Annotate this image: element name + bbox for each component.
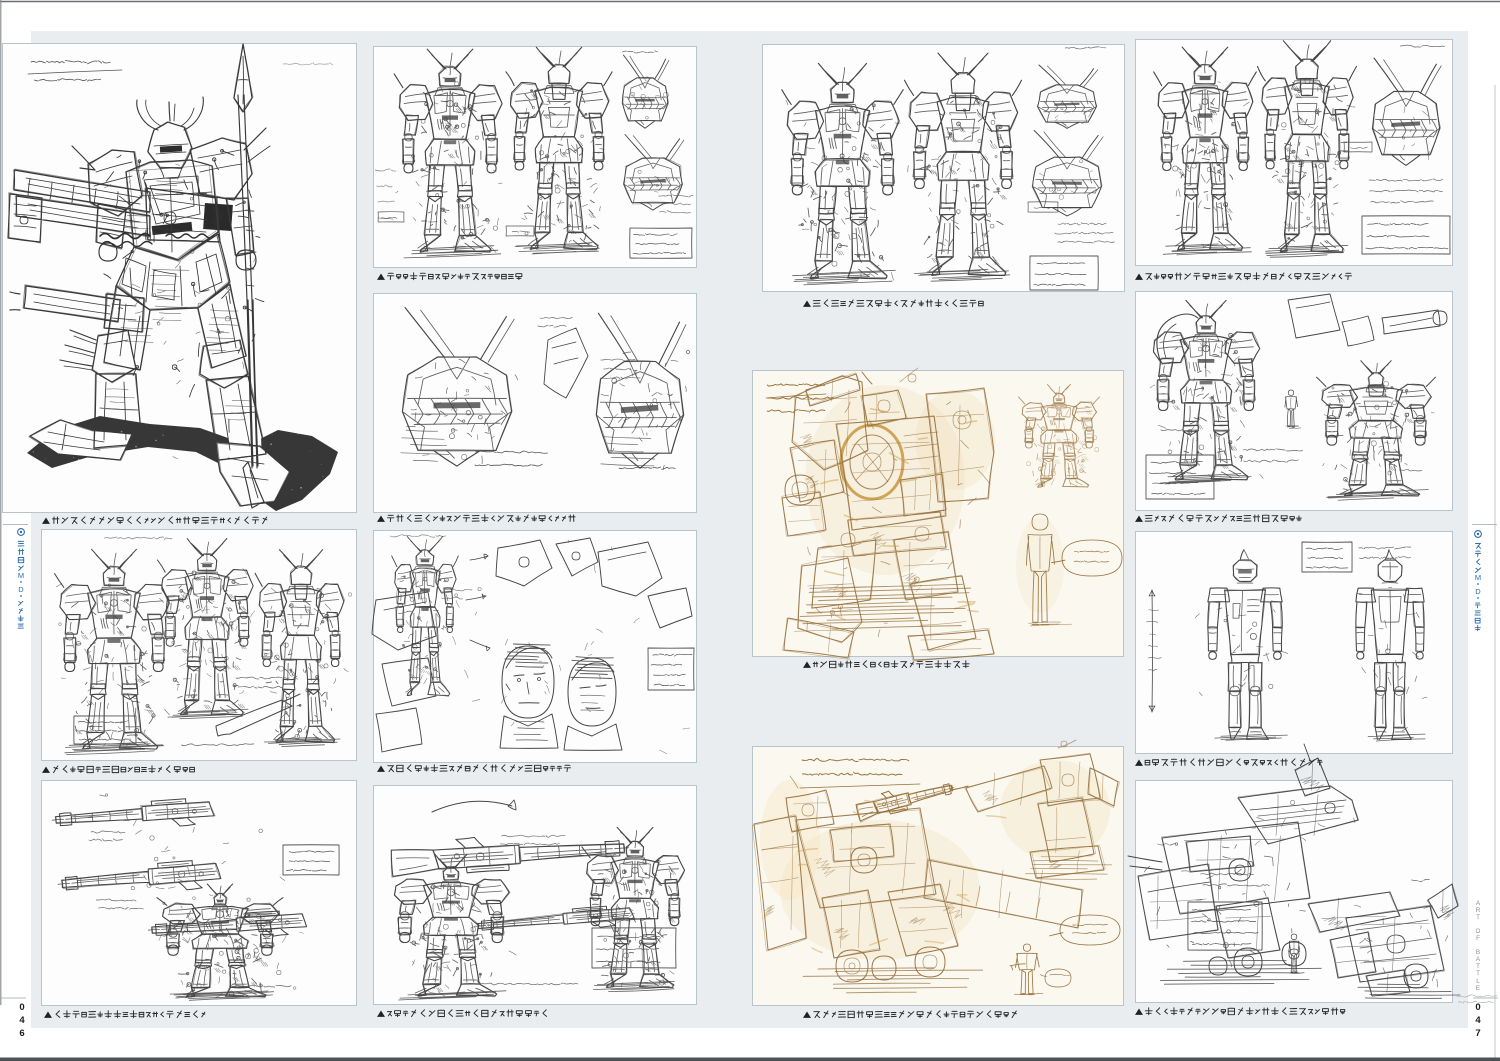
svg-text:M: M: [1475, 573, 1481, 582]
svg-text:M: M: [18, 571, 24, 580]
svg-text:D: D: [18, 585, 24, 594]
svg-text:D: D: [1475, 587, 1481, 596]
